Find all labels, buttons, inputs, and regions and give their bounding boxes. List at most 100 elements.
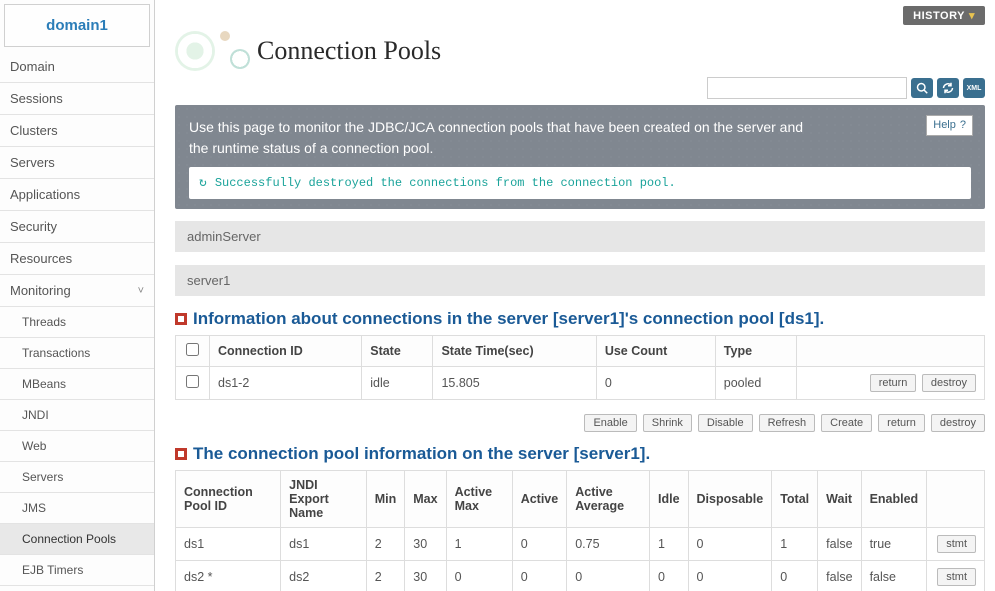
- destroy-button[interactable]: destroy: [922, 374, 976, 392]
- cell: 0: [772, 560, 818, 591]
- history-button[interactable]: HISTORY ▾: [903, 6, 985, 25]
- refresh-icon: ↻: [199, 173, 207, 193]
- question-icon: ?: [960, 117, 966, 134]
- cell: 30: [405, 560, 446, 591]
- table-row: ds1 ds1 2 30 1 0 0.75 1 0 1 false true s…: [176, 527, 985, 560]
- shrink-button[interactable]: Shrink: [643, 414, 692, 432]
- stmt-button[interactable]: stmt: [937, 535, 976, 553]
- success-message: ↻ Successfully destroyed the connections…: [189, 167, 971, 199]
- connections-table: Connection ID State State Time(sec) Use …: [175, 335, 985, 400]
- return-button[interactable]: return: [870, 374, 917, 392]
- cell: false: [818, 560, 861, 591]
- sidebar: domain1 Domain Sessions Clusters Servers…: [0, 0, 155, 591]
- page-title: Connection Pools: [257, 36, 441, 66]
- stmt-button[interactable]: stmt: [937, 568, 976, 586]
- cell: ds2: [281, 560, 367, 591]
- return-button[interactable]: return: [878, 414, 925, 432]
- nav-ejb-timers[interactable]: EJB Timers: [0, 555, 154, 586]
- cell-conn-id: ds1-2: [210, 366, 362, 399]
- search-icon[interactable]: [911, 78, 933, 98]
- success-text: Successfully destroyed the connections f…: [215, 174, 676, 192]
- nav-system-info[interactable]: System Info: [0, 586, 154, 591]
- xml-export-icon[interactable]: XML: [963, 78, 985, 98]
- nav-web[interactable]: Web: [0, 431, 154, 462]
- table-row: ds1-2 idle 15.805 0 pooled return destro…: [176, 366, 985, 399]
- cell: 30: [405, 527, 446, 560]
- history-label: HISTORY: [913, 10, 965, 22]
- cell-use: 0: [596, 366, 715, 399]
- banner-text-1: Use this page to monitor the JDBC/JCA co…: [189, 119, 803, 135]
- cell-type: pooled: [715, 366, 797, 399]
- nav-threads[interactable]: Threads: [0, 307, 154, 338]
- nav-servers-sub[interactable]: Servers: [0, 462, 154, 493]
- nav-servers[interactable]: Servers: [0, 147, 154, 179]
- disable-button[interactable]: Disable: [698, 414, 753, 432]
- col-state: State: [362, 335, 433, 366]
- section-title-2: The connection pool information on the s…: [175, 444, 985, 464]
- cell: 0.75: [567, 527, 650, 560]
- cell: 0: [512, 527, 567, 560]
- chevron-down-icon: ▾: [969, 9, 975, 22]
- help-label: Help: [933, 117, 956, 134]
- help-button[interactable]: Help ?: [926, 115, 973, 136]
- cell: 1: [772, 527, 818, 560]
- square-marker-icon: [175, 448, 187, 460]
- nav-mbeans[interactable]: MBeans: [0, 369, 154, 400]
- col-active-avg: Active Average: [567, 470, 650, 527]
- col-active: Active: [512, 470, 567, 527]
- destroy-button[interactable]: destroy: [931, 414, 985, 432]
- cell: 0: [688, 527, 772, 560]
- enable-button[interactable]: Enable: [584, 414, 636, 432]
- section-title-1: Information about connections in the ser…: [175, 309, 985, 329]
- server-bar-server1[interactable]: server1: [175, 265, 985, 297]
- col-disposable: Disposable: [688, 470, 772, 527]
- nav-jndi[interactable]: JNDI: [0, 400, 154, 431]
- nav-monitoring-label: Monitoring: [10, 283, 71, 298]
- nav-monitoring[interactable]: Monitoring ˅: [0, 275, 154, 307]
- nav-connection-pools[interactable]: Connection Pools: [0, 524, 154, 555]
- select-all-checkbox[interactable]: [186, 343, 199, 356]
- nav-security[interactable]: Security: [0, 211, 154, 243]
- refresh-icon[interactable]: [937, 78, 959, 98]
- cell: ds2 *: [176, 560, 281, 591]
- col-min: Min: [366, 470, 405, 527]
- chevron-down-icon: ˅: [138, 285, 144, 297]
- info-banner: Use this page to monitor the JDBC/JCA co…: [175, 105, 985, 209]
- col-type: Type: [715, 335, 797, 366]
- nav-clusters[interactable]: Clusters: [0, 115, 154, 147]
- refresh-button[interactable]: Refresh: [759, 414, 816, 432]
- cell: false: [818, 527, 861, 560]
- cell-state: idle: [362, 366, 433, 399]
- section-1-text: Information about connections in the ser…: [193, 309, 824, 329]
- col-jndi: JNDI Export Name: [281, 470, 367, 527]
- col-total: Total: [772, 470, 818, 527]
- cell: 1: [446, 527, 512, 560]
- cell: 0: [688, 560, 772, 591]
- cell: ds1: [176, 527, 281, 560]
- cell: 2: [366, 527, 405, 560]
- server-bar-admin[interactable]: adminServer: [175, 221, 985, 253]
- cell: 1: [649, 527, 688, 560]
- nav-transactions[interactable]: Transactions: [0, 338, 154, 369]
- col-enabled: Enabled: [861, 470, 927, 527]
- table-row: ds2 * ds2 2 30 0 0 0 0 0 0 false false s…: [176, 560, 985, 591]
- row-checkbox[interactable]: [186, 375, 199, 388]
- cell: true: [861, 527, 927, 560]
- search-input[interactable]: [707, 77, 907, 99]
- nav-resources[interactable]: Resources: [0, 243, 154, 275]
- nav-applications[interactable]: Applications: [0, 179, 154, 211]
- nav-sessions[interactable]: Sessions: [0, 83, 154, 115]
- cell: 0: [512, 560, 567, 591]
- decorative-circles: [175, 31, 265, 71]
- pool-info-table: Connection Pool ID JNDI Export Name Min …: [175, 470, 985, 591]
- cell: 2: [366, 560, 405, 591]
- nav-domain[interactable]: Domain: [0, 51, 154, 83]
- domain-label: domain1: [4, 4, 150, 47]
- col-idle: Idle: [649, 470, 688, 527]
- col-pool-id: Connection Pool ID: [176, 470, 281, 527]
- col-connection-id: Connection ID: [210, 335, 362, 366]
- create-button[interactable]: Create: [821, 414, 872, 432]
- col-use-count: Use Count: [596, 335, 715, 366]
- nav-jms[interactable]: JMS: [0, 493, 154, 524]
- cell: false: [861, 560, 927, 591]
